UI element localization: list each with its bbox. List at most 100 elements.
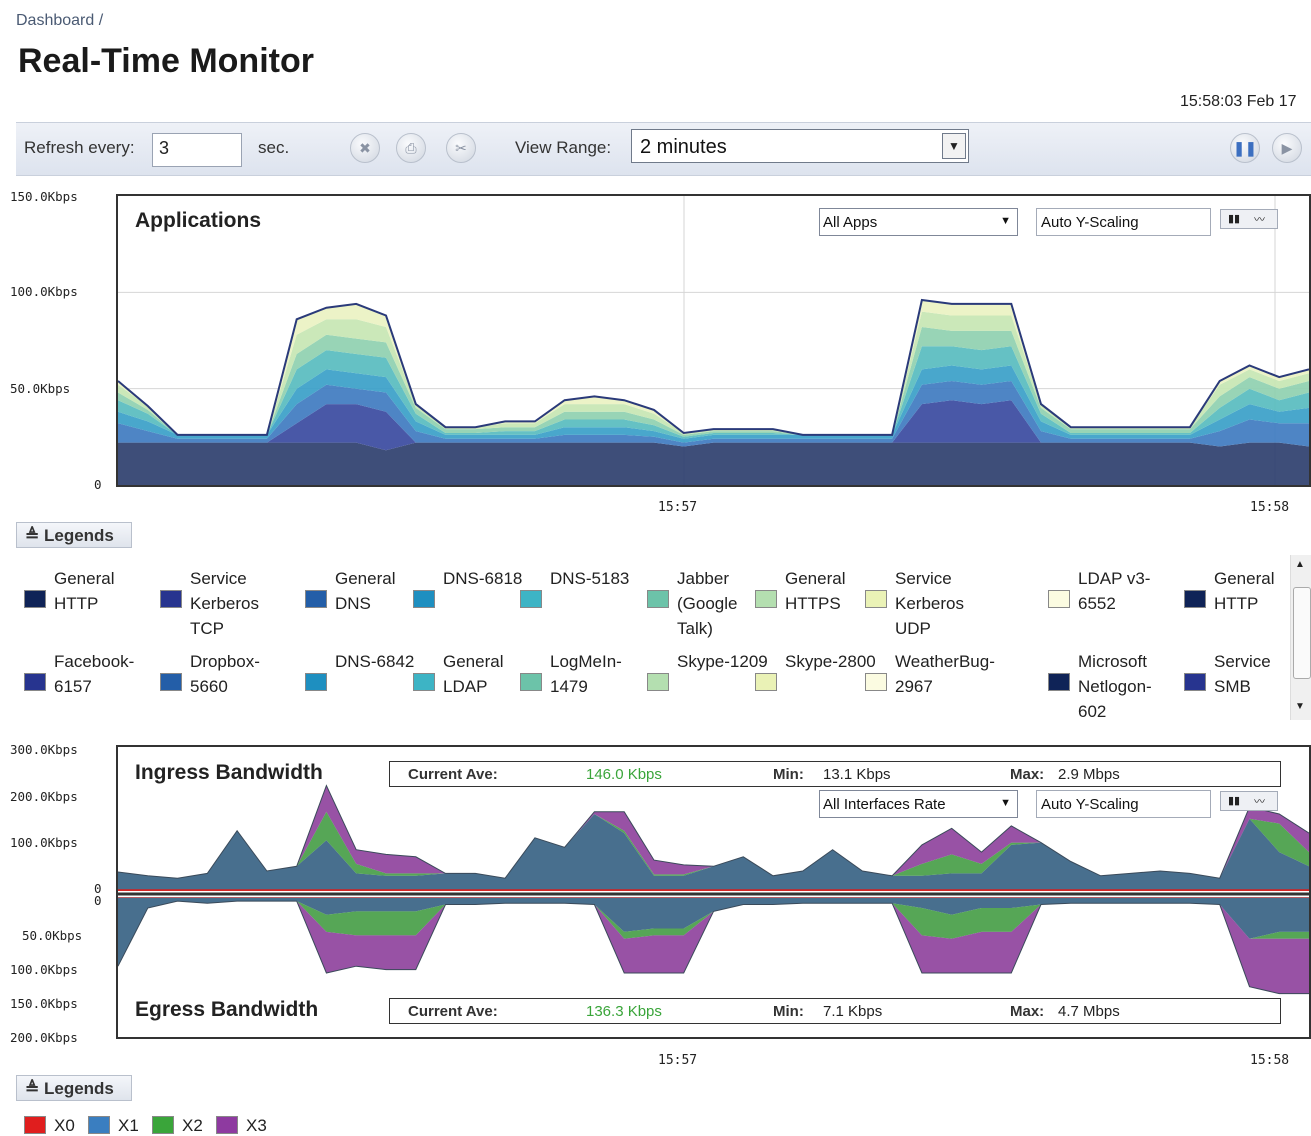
legend-swatch[interactable] bbox=[1184, 673, 1206, 691]
chart-type-toggle[interactable]: ▮▮ 〰 bbox=[1220, 791, 1278, 811]
legends-toggle-button[interactable]: ≜ Legends bbox=[16, 522, 132, 548]
pause-icon[interactable]: ❚❚ bbox=[1230, 133, 1260, 163]
legend-swatch[interactable] bbox=[647, 673, 669, 691]
legend-scrollbar[interactable]: ▲ ▼ bbox=[1290, 555, 1311, 720]
min-label: Min: bbox=[773, 766, 804, 783]
legend-label[interactable]: Skype-1209 bbox=[677, 649, 773, 674]
min-value: 7.1 Kbps bbox=[823, 1003, 883, 1020]
interface-filter-value: All Interfaces Rate bbox=[823, 796, 946, 813]
legend-swatch[interactable] bbox=[647, 590, 669, 608]
play-icon[interactable]: ▶ bbox=[1272, 133, 1302, 163]
egress-chart-title: Egress Bandwidth bbox=[135, 998, 319, 1021]
current-ave-label: Current Ave: bbox=[408, 1003, 498, 1020]
legend-label[interactable]: Facebook-6157 bbox=[54, 649, 150, 699]
applications-chart-title: Applications bbox=[135, 209, 262, 232]
line-chart-icon[interactable]: 〰 bbox=[1254, 793, 1265, 809]
legend-swatch[interactable] bbox=[1184, 590, 1206, 608]
bw-y-scaling-select[interactable]: Auto Y-Scaling bbox=[1036, 790, 1211, 818]
legend-label[interactable]: Microsoft Netlogon-602 bbox=[1078, 649, 1174, 724]
legend-swatch[interactable] bbox=[24, 1116, 46, 1134]
legend-swatch[interactable] bbox=[1048, 590, 1070, 608]
print-icon[interactable]: ⎙ bbox=[396, 133, 426, 163]
legend-label[interactable]: WeatherBug-2967 bbox=[895, 649, 995, 699]
x-tick-label: 15:58 bbox=[1250, 1053, 1290, 1068]
legend-swatch[interactable] bbox=[413, 673, 435, 691]
y-tick-label: 150.0Kbps bbox=[10, 189, 78, 204]
line-chart-icon[interactable]: 〰 bbox=[1254, 211, 1265, 227]
collapse-icon: ≜ bbox=[25, 1079, 40, 1098]
legend-label[interactable]: General HTTP bbox=[54, 566, 150, 616]
legend-swatch[interactable] bbox=[755, 673, 777, 691]
page-title: Real-Time Monitor bbox=[18, 42, 314, 80]
legend-label[interactable]: X0 bbox=[54, 1116, 75, 1136]
legend-swatch[interactable] bbox=[413, 590, 435, 608]
y-tick-label: 200.0Kbps bbox=[10, 789, 78, 804]
delete-icon[interactable]: ✖ bbox=[350, 133, 380, 163]
legend-swatch[interactable] bbox=[305, 590, 327, 608]
total-outline bbox=[118, 900, 1309, 995]
refresh-input[interactable]: 3 bbox=[152, 133, 242, 167]
legend-swatch[interactable] bbox=[88, 1116, 110, 1134]
x-tick-label: 15:57 bbox=[658, 1053, 698, 1068]
series-area-x1 bbox=[118, 814, 1309, 891]
max-label: Max: bbox=[1010, 766, 1045, 783]
legend-swatch[interactable] bbox=[865, 673, 887, 691]
chart-type-toggle[interactable]: ▮▮ 〰 bbox=[1220, 209, 1278, 229]
bar-chart-icon[interactable]: ▮▮ bbox=[1228, 794, 1240, 807]
legend-swatch[interactable] bbox=[24, 590, 46, 608]
legend-label[interactable]: DNS-6818 bbox=[443, 566, 539, 591]
chevron-down-icon: ▼ bbox=[1000, 797, 1011, 809]
y-tick-label: 0 bbox=[94, 893, 102, 908]
x-tick-label: 15:57 bbox=[658, 500, 698, 515]
scroll-thumb[interactable] bbox=[1293, 587, 1311, 679]
legend-swatch[interactable] bbox=[152, 1116, 174, 1134]
legend-label[interactable]: Service Kerberos TCP bbox=[190, 566, 286, 641]
scroll-up-icon[interactable]: ▲ bbox=[1295, 559, 1305, 570]
legend-swatch[interactable] bbox=[520, 673, 542, 691]
legend-swatch[interactable] bbox=[160, 590, 182, 608]
min-value: 13.1 Kbps bbox=[823, 766, 891, 783]
applications-chart-frame bbox=[116, 194, 1311, 487]
current-ave-value: 136.3 Kbps bbox=[586, 1003, 662, 1020]
legend-swatch[interactable] bbox=[24, 673, 46, 691]
breadcrumb[interactable]: Dashboard / bbox=[16, 12, 103, 30]
legend-label[interactable]: X2 bbox=[182, 1116, 203, 1136]
legend-label[interactable]: Service Kerberos UDP bbox=[895, 566, 991, 641]
current-ave-value: 146.0 Kbps bbox=[586, 766, 662, 783]
min-label: Min: bbox=[773, 1003, 804, 1020]
legend-label[interactable]: DNS-5183 bbox=[550, 566, 646, 591]
y-tick-label: 0 bbox=[94, 477, 102, 492]
legend-label[interactable]: X1 bbox=[118, 1116, 139, 1136]
refresh-label: Refresh every: bbox=[24, 138, 135, 157]
legend-label[interactable]: DNS-6842 bbox=[335, 649, 431, 674]
bar-chart-icon[interactable]: ▮▮ bbox=[1228, 212, 1240, 225]
view-range-value: 2 minutes bbox=[640, 136, 727, 158]
y-tick-label: 150.0Kbps bbox=[10, 996, 78, 1011]
legend-swatch[interactable] bbox=[216, 1116, 238, 1134]
legend-label[interactable]: Dropbox-5660 bbox=[190, 649, 286, 699]
legends-toggle-button[interactable]: ≜ Legends bbox=[16, 1075, 132, 1101]
legend-label[interactable]: General HTTP bbox=[1214, 566, 1286, 616]
ingress-stats: Current Ave: 146.0 Kbps Min: 13.1 Kbps M… bbox=[389, 761, 1281, 787]
settings-icon[interactable]: ✂ bbox=[446, 133, 476, 163]
legend-label[interactable]: Skype-2800 bbox=[785, 649, 881, 674]
legend-label[interactable]: Service SMB bbox=[1214, 649, 1286, 699]
legend-swatch[interactable] bbox=[520, 590, 542, 608]
collapse-icon: ≜ bbox=[25, 526, 40, 545]
legend-label[interactable]: LogMeIn-1479 bbox=[550, 649, 646, 699]
chevron-down-icon[interactable]: ▼ bbox=[942, 133, 966, 159]
scroll-down-icon[interactable]: ▼ bbox=[1295, 701, 1305, 712]
interface-filter-select[interactable]: All Interfaces Rate ▼ bbox=[819, 790, 1018, 818]
legend-label[interactable]: LDAP v3-6552 bbox=[1078, 566, 1174, 616]
legend-swatch[interactable] bbox=[305, 673, 327, 691]
legend-label[interactable]: X3 bbox=[246, 1116, 267, 1136]
legend-swatch[interactable] bbox=[160, 673, 182, 691]
current-ave-label: Current Ave: bbox=[408, 766, 498, 783]
legend-swatch[interactable] bbox=[865, 590, 887, 608]
legend-swatch[interactable] bbox=[1048, 673, 1070, 691]
apps-filter-select[interactable]: All Apps ▼ bbox=[819, 208, 1018, 236]
apps-filter-value: All Apps bbox=[823, 214, 878, 231]
legend-swatch[interactable] bbox=[755, 590, 777, 608]
series-area-x0 bbox=[118, 897, 1309, 898]
apps-y-scaling-select[interactable]: Auto Y-Scaling bbox=[1036, 208, 1211, 236]
